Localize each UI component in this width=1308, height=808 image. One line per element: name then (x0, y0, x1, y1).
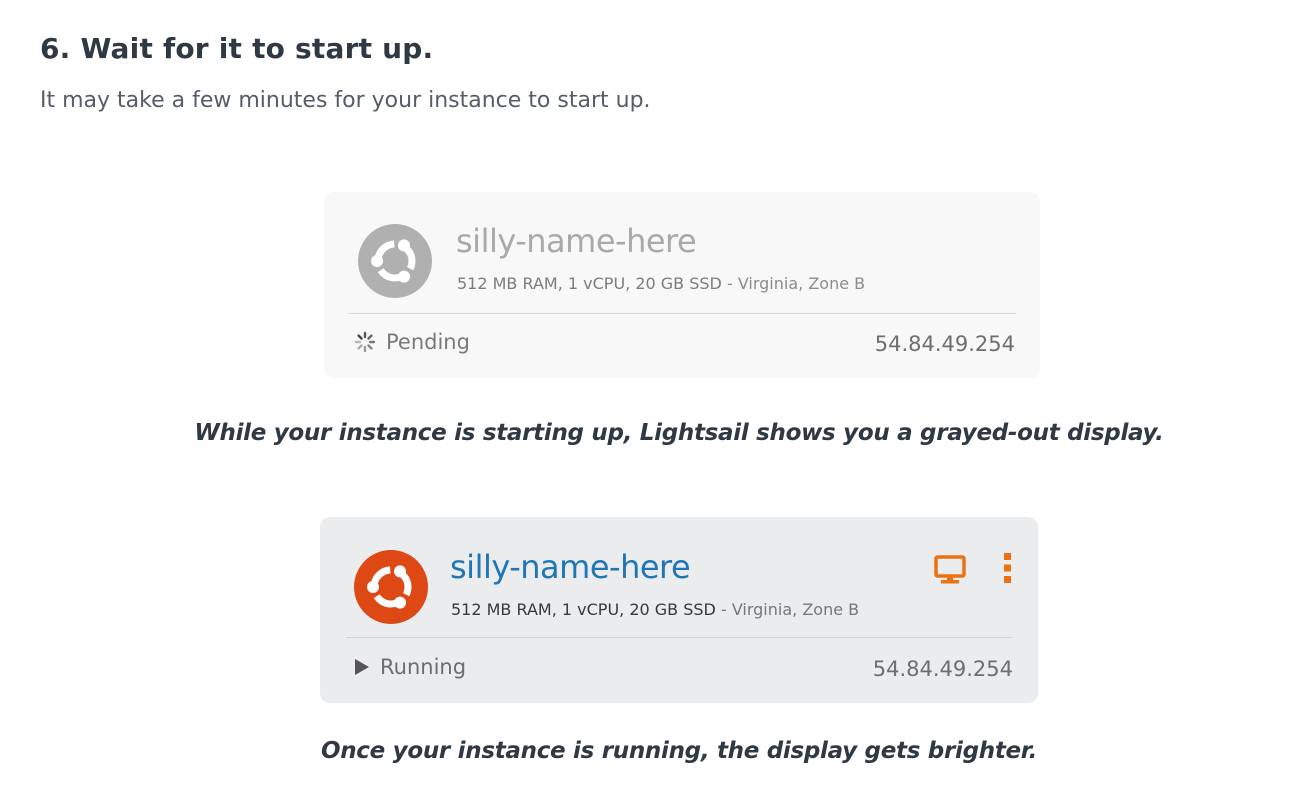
step-title: 6. Wait for it to start up. (40, 32, 434, 65)
pending-instance-card[interactable]: silly-name-here 512 MB RAM, 1 vCPU, 20 G… (324, 192, 1040, 378)
instance-spec: 512 MB RAM, 1 vCPU, 20 GB SSD - Virginia… (457, 274, 865, 293)
ubuntu-logo-icon (354, 550, 428, 624)
pending-caption: While your instance is starting up, Ligh… (194, 420, 1164, 446)
step-description: It may take a few minutes for your insta… (40, 88, 651, 113)
connect-terminal-icon[interactable] (934, 555, 966, 585)
spec-separator: - (715, 600, 732, 619)
more-options-icon[interactable] (1002, 551, 1014, 585)
running-caption: Once your instance is running, the displ… (320, 738, 1038, 764)
instance-region: Virginia, Zone B (737, 274, 866, 293)
spinner-icon (354, 331, 376, 353)
instance-region: Virginia, Zone B (731, 600, 860, 619)
instance-name-link[interactable]: silly-name-here (450, 548, 691, 586)
instance-spec-hardware: 512 MB RAM, 1 vCPU, 20 GB SSD (451, 600, 716, 619)
instance-status: Pending (354, 330, 470, 354)
instance-spec: 512 MB RAM, 1 vCPU, 20 GB SSD - Virginia… (451, 600, 859, 619)
card-divider (348, 313, 1016, 314)
running-instance-card[interactable]: silly-name-here 512 MB RAM, 1 vCPU, 20 G… (320, 517, 1038, 703)
status-label: Pending (386, 330, 470, 354)
instance-status: Running (354, 655, 466, 679)
card-divider (346, 637, 1012, 638)
instance-name-link[interactable]: silly-name-here (456, 222, 697, 260)
status-label: Running (380, 655, 467, 679)
public-ip: 54.84.49.254 (872, 657, 1013, 681)
play-icon (355, 659, 369, 675)
ubuntu-logo-icon (358, 224, 432, 298)
page: 6. Wait for it to start up. It may take … (0, 0, 1308, 808)
spec-separator: - (721, 274, 738, 293)
instance-spec-hardware: 512 MB RAM, 1 vCPU, 20 GB SSD (457, 274, 722, 293)
public-ip: 54.84.49.254 (874, 332, 1015, 356)
